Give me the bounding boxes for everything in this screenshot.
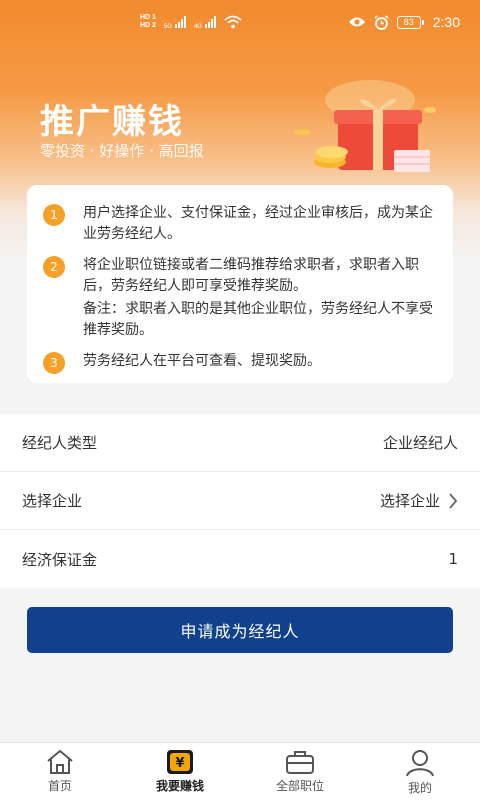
tab-home-label: 首页 <box>47 779 72 793</box>
tab-earn-money-label: 我要赚钱 <box>155 779 204 793</box>
select-company-label: 选择企业 <box>22 492 83 510</box>
briefcase-icon <box>286 751 314 774</box>
rules-card: 1 用户选择企业、支付保证金，经过企业审核后，成为某企业劳务经纪人。 2 将企业… <box>27 185 453 383</box>
status-left: HD 1 HD 2 5G 4G <box>140 14 242 30</box>
tab-all-jobs-label: 全部职位 <box>275 779 324 793</box>
step-text: 劳务经纪人在平台可查看、提现奖励。 <box>83 353 321 369</box>
gift-box-illustration <box>294 80 436 172</box>
step-number-badge: 1 <box>43 204 65 226</box>
home-icon <box>47 750 73 774</box>
signal-icon-2 <box>204 16 216 28</box>
step-number-badge: 2 <box>43 256 65 278</box>
tab-home[interactable]: 首页 <box>0 743 120 800</box>
battery-icon: 83 <box>396 15 424 29</box>
network-4g-label: 4G <box>193 24 202 30</box>
agent-form: 经纪人类型 企业经纪人 选择企业 选择企业 经济保证金 1 <box>0 414 480 588</box>
wallet-yen-icon: ¥ <box>167 750 193 774</box>
alarm-icon <box>374 14 389 30</box>
hd-indicator: HD 1 HD 2 <box>140 14 156 29</box>
step-item: 1 用户选择企业、支付保证金，经过企业审核后，成为某企业劳务经纪人。 <box>43 203 435 245</box>
apply-agent-button[interactable]: 申请成为经纪人 <box>27 607 453 653</box>
select-company-picker[interactable]: 选择企业 <box>380 490 458 511</box>
tab-earn-money[interactable]: ¥ 我要赚钱 <box>120 743 240 800</box>
eye-icon <box>348 17 365 27</box>
clock: 2:30 <box>432 14 460 30</box>
tab-all-jobs[interactable]: 全部职位 <box>240 743 360 800</box>
step-number-badge: 3 <box>43 352 65 374</box>
network-5g-label: 5G <box>163 24 172 30</box>
svg-text:¥: ¥ <box>175 756 184 771</box>
user-icon <box>406 750 434 777</box>
select-company-value: 选择企业 <box>379 492 440 510</box>
step-text: 用户选择企业、支付保证金，经过企业审核后，成为某企业劳务经纪人。 <box>83 205 433 242</box>
step-item: 2 将企业职位链接或者二维码推荐给求职者，求职者入职后，劳务经纪人即可享受推荐奖… <box>43 255 435 341</box>
status-bar: HD 1 HD 2 5G 4G 83 2:30 <box>0 0 480 44</box>
chevron-right-icon <box>449 492 458 509</box>
step-note: 备注：求职者入职的是其他企业职位，劳务经纪人不享受推荐奖励。 <box>83 301 433 338</box>
deposit-value: 1 <box>448 550 458 568</box>
step-item: 3 劳务经纪人在平台可查看、提现奖励。 <box>43 351 435 374</box>
bottom-tab-bar: 首页 ¥ 我要赚钱 全部职位 我的 <box>0 742 480 800</box>
deposit-label: 经济保证金 <box>22 550 98 569</box>
tab-mine[interactable]: 我的 <box>360 743 480 800</box>
agent-type-label: 经纪人类型 <box>22 434 98 452</box>
hero-title: 推广赚钱 <box>40 102 184 142</box>
wifi-icon <box>224 15 242 29</box>
tab-mine-label: 我的 <box>407 781 432 795</box>
step-text: 将企业职位链接或者二维码推荐给求职者，求职者入职后，劳务经纪人即可享受推荐奖励。 <box>83 257 419 294</box>
signal-icon <box>174 16 186 28</box>
hero-subtitle: 零投资 · 好操作 · 高回报 <box>40 142 204 160</box>
status-right: 83 2:30 <box>348 14 460 30</box>
select-company-row[interactable]: 选择企业 选择企业 <box>0 472 480 530</box>
agent-type-value: 企业经纪人 <box>382 434 458 452</box>
step-text-block: 将企业职位链接或者二维码推荐给求职者，求职者入职后，劳务经纪人即可享受推荐奖励。… <box>83 255 435 341</box>
agent-type-row: 经纪人类型 企业经纪人 <box>0 414 480 472</box>
deposit-row: 经济保证金 1 <box>0 530 480 588</box>
